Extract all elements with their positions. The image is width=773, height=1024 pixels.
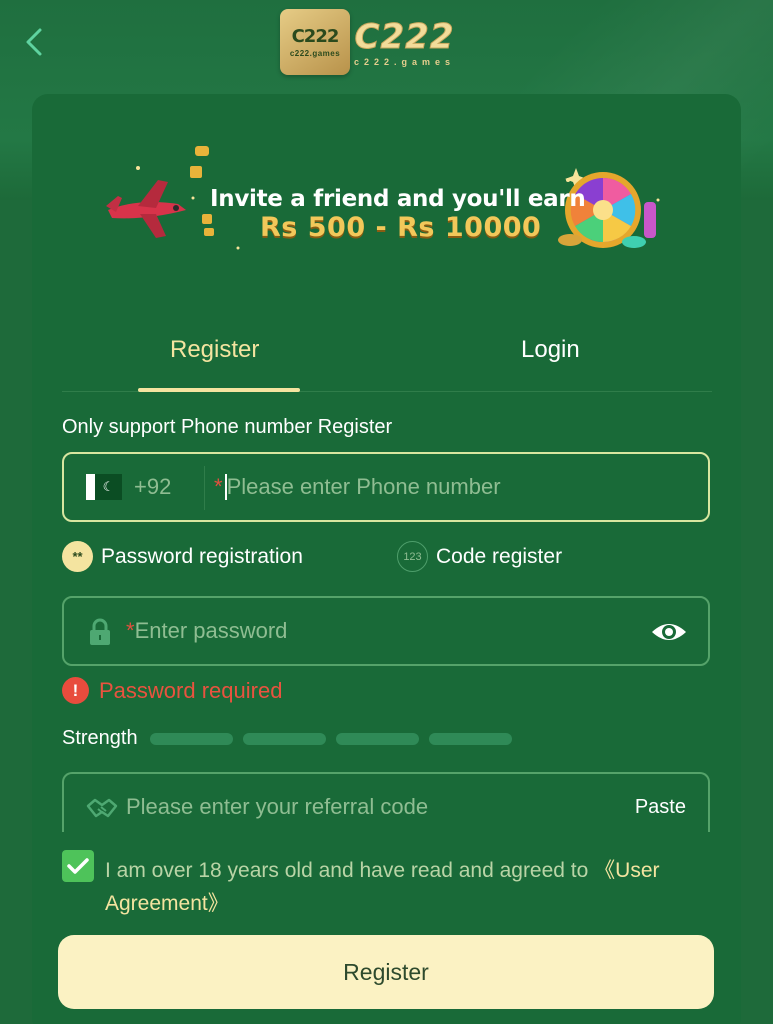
strength-label: Strength xyxy=(62,727,138,749)
logo-badge: C222 c222.games xyxy=(280,9,350,75)
strength-bar-3 xyxy=(335,732,419,745)
tab-register[interactable]: Register xyxy=(170,336,259,364)
paste-button[interactable]: Paste xyxy=(635,796,686,819)
checkmark-icon xyxy=(67,858,89,874)
number-123-icon: 123 xyxy=(397,541,428,572)
active-tab-indicator xyxy=(138,388,300,392)
banner-title: Invite a friend and you'll earn xyxy=(210,186,586,212)
asterisks-icon: ** xyxy=(62,541,93,572)
password-field[interactable]: * xyxy=(62,596,710,666)
required-mark: * xyxy=(126,618,135,643)
banner-amount: Rs 500 - Rs 10000 xyxy=(260,212,542,243)
strength-bar-1 xyxy=(149,732,233,745)
password-strength: Strength xyxy=(62,727,512,750)
country-code-selector[interactable]: ☾ +92 xyxy=(86,474,171,500)
back-button[interactable] xyxy=(18,26,50,58)
auth-tabs: Register Login xyxy=(62,320,712,392)
code-register-option[interactable]: 123 Code register xyxy=(397,541,562,572)
pakistan-flag-icon: ☾ xyxy=(86,474,122,500)
error-icon: ! xyxy=(62,677,89,704)
logo-badge-text: C222 xyxy=(291,26,340,47)
password-input[interactable] xyxy=(134,618,555,644)
chevron-left-icon xyxy=(26,28,42,56)
error-text: Password required xyxy=(99,677,283,703)
referral-field[interactable]: Paste xyxy=(62,772,710,832)
agreement-text: I am over 18 years old and have read and… xyxy=(105,854,705,920)
agreement-statement: I am over 18 years old and have read and… xyxy=(105,859,595,882)
phone-input[interactable] xyxy=(226,474,647,500)
password-error: ! Password required xyxy=(62,677,282,704)
brand-logo: C222 c222.games C222 c222.games xyxy=(280,7,455,77)
code-register-label: Code register xyxy=(436,544,563,568)
phone-field[interactable]: ☾ +92 * xyxy=(62,452,710,522)
handshake-icon xyxy=(86,798,118,818)
logo-sub-text: c222.games xyxy=(354,57,456,67)
invite-banner[interactable]: Invite a friend and you'll earn Rs 500 -… xyxy=(98,140,678,260)
password-registration-label: Password registration xyxy=(101,544,303,568)
logo-badge-sub: c222.games xyxy=(289,49,341,58)
strength-bar-4 xyxy=(428,732,512,745)
strength-bar-2 xyxy=(242,732,326,745)
password-registration-option[interactable]: ** Password registration xyxy=(62,541,303,572)
registration-mode-selector: ** Password registration 123 Code regist… xyxy=(62,541,712,577)
agreement-checkbox[interactable] xyxy=(62,850,94,882)
referral-input[interactable] xyxy=(126,794,596,820)
required-mark: * xyxy=(214,474,223,499)
field-divider xyxy=(204,466,205,510)
register-button[interactable]: Register xyxy=(58,935,714,1009)
tab-login[interactable]: Login xyxy=(521,336,580,364)
logo-wordmark: C222 c222.games xyxy=(354,17,456,68)
phone-only-hint: Only support Phone number Register xyxy=(62,416,393,438)
eye-icon[interactable] xyxy=(650,618,688,646)
logo-main-text: C222 xyxy=(354,17,455,58)
lock-icon xyxy=(90,618,110,645)
dial-code: +92 xyxy=(134,474,172,499)
airplane-icon xyxy=(106,180,186,238)
